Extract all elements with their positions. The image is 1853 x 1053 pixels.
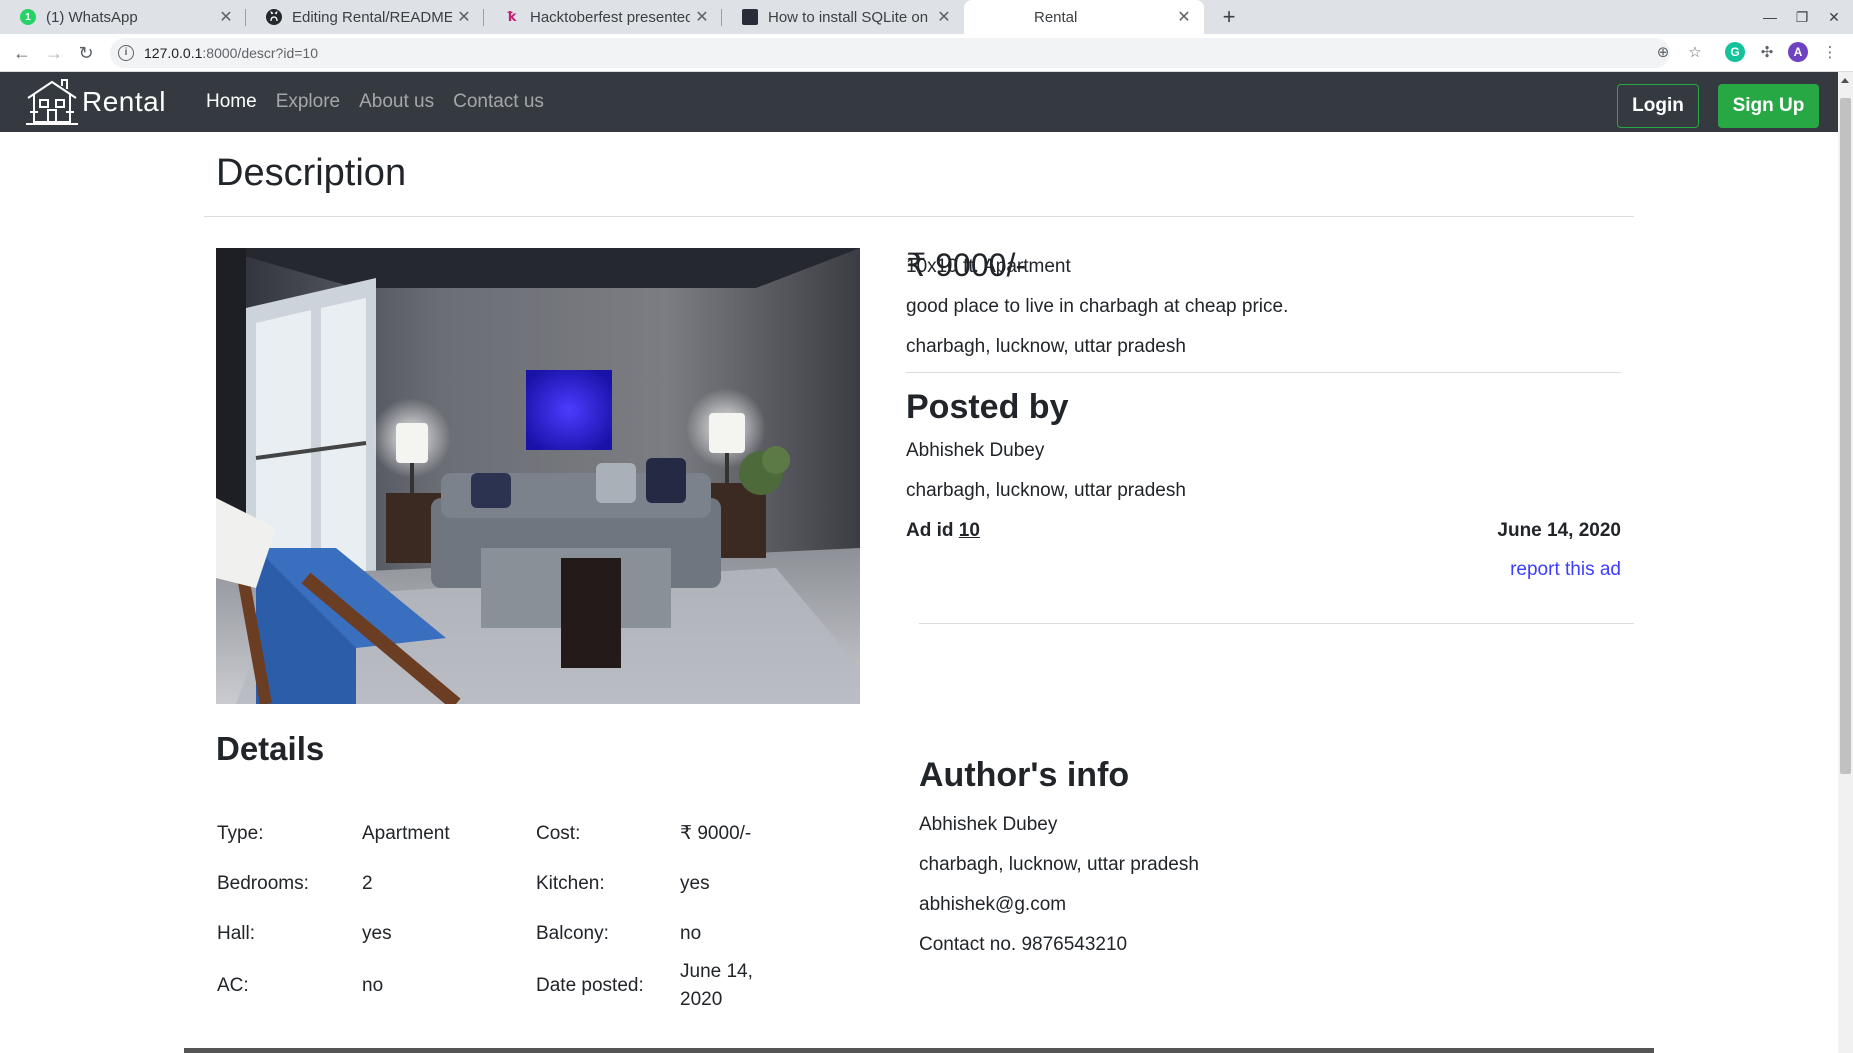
scrollbar-thumb[interactable] xyxy=(1840,98,1851,774)
tab-title: Editing Rental/README.m xyxy=(292,8,452,26)
ad-id-value: 10 xyxy=(958,520,980,541)
divider xyxy=(906,372,1621,373)
divider xyxy=(204,216,1634,217)
detail-value: ₹ 9000/- xyxy=(680,823,752,844)
detail-label: Date posted: xyxy=(536,975,644,996)
details-heading: Details xyxy=(216,730,325,767)
browser-tab-hacktoberfest[interactable]: ꝁ Hacktoberfest presented ✕ xyxy=(484,0,722,34)
posted-by-heading: Posted by xyxy=(906,388,1069,426)
browser-tab-github[interactable]: Editing Rental/README.m ✕ xyxy=(246,0,484,34)
page-scrollbar[interactable] xyxy=(1838,72,1853,1053)
nav-about[interactable]: About us xyxy=(359,91,434,113)
tab-title: Hacktoberfest presented xyxy=(530,8,690,26)
restore-icon[interactable]: ❐ xyxy=(1786,0,1818,34)
browser-toolbar: ← → ↻ i 127.0.0.1:8000/descr?id=10 ⊕ ☆ G… xyxy=(0,34,1853,72)
menu-dots-icon[interactable]: ⋮ xyxy=(1819,38,1841,68)
detail-value: no xyxy=(362,975,384,996)
house-logo-icon xyxy=(26,79,78,125)
reload-icon[interactable]: ↻ xyxy=(72,39,100,67)
author-contact: Contact no. 9876543210 xyxy=(919,934,1128,955)
poster-address: charbagh, lucknow, uttar pradesh xyxy=(906,480,1186,501)
nav-home[interactable]: Home xyxy=(206,91,257,113)
url-path: :8000/descr?id=10 xyxy=(202,45,318,61)
close-tab-icon[interactable]: ✕ xyxy=(690,7,714,27)
login-button[interactable]: Login xyxy=(1617,84,1699,128)
browser-tab-strip: 1 (1) WhatsApp ✕ Editing Rental/README.m… xyxy=(0,0,1853,34)
signup-button[interactable]: Sign Up xyxy=(1718,84,1819,128)
extensions-icon[interactable]: ✣ xyxy=(1756,38,1778,68)
detail-value: yes xyxy=(680,873,710,894)
new-tab-button[interactable]: + xyxy=(1214,2,1244,32)
detail-value: 2 xyxy=(362,873,373,894)
poster-name: Abhishek Dubey xyxy=(906,440,1045,461)
tab-title: How to install SQLite on U xyxy=(768,8,932,26)
detail-value: no xyxy=(680,923,702,944)
ad-id: Ad id 10 xyxy=(906,520,980,542)
back-icon[interactable]: ← xyxy=(8,39,36,67)
listing-address: charbagh, lucknow, uttar pradesh xyxy=(906,336,1186,357)
page-icon xyxy=(742,9,758,25)
detail-label: Cost: xyxy=(536,823,581,844)
nav-explore[interactable]: Explore xyxy=(276,91,340,113)
url-host: 127.0.0.1 xyxy=(144,45,203,61)
property-photo xyxy=(216,248,860,704)
brand[interactable]: Rental xyxy=(24,74,166,130)
site-navbar: Rental Home Explore About us Contact us … xyxy=(0,72,1838,132)
detail-value: yes xyxy=(362,923,392,944)
avatar[interactable]: A xyxy=(1788,42,1808,62)
author-email: abhishek@g.com xyxy=(919,894,1067,915)
browser-tab-rental[interactable]: Rental ✕ xyxy=(964,0,1204,34)
minimize-icon[interactable]: ― xyxy=(1754,0,1786,34)
tab-title: (1) WhatsApp xyxy=(46,8,138,26)
close-tab-icon[interactable]: ✕ xyxy=(214,7,238,27)
url-text: 127.0.0.1:8000/descr?id=10 xyxy=(144,45,318,61)
detail-value: June 14, 2020 xyxy=(680,961,753,1010)
detail-label: Balcony: xyxy=(536,923,609,944)
scroll-up-icon[interactable] xyxy=(1841,78,1849,83)
tab-title: Rental xyxy=(1034,8,1078,26)
ad-date: June 14, 2020 xyxy=(1497,520,1621,541)
ad-id-label: Ad id xyxy=(906,520,954,541)
detail-label: Kitchen: xyxy=(536,873,605,894)
browser-tab-sqlite[interactable]: How to install SQLite on U ✕ xyxy=(722,0,964,34)
brand-name: Rental xyxy=(82,86,166,117)
github-icon xyxy=(266,9,282,25)
detail-label: Bedrooms: xyxy=(217,873,309,894)
report-ad-link[interactable]: report this ad xyxy=(1400,559,1621,581)
close-tab-icon[interactable]: ✕ xyxy=(452,7,476,27)
author-heading: Author's info xyxy=(919,756,1130,794)
bookmark-star-icon[interactable]: ☆ xyxy=(1684,38,1706,68)
listing-size-type: 10x10 ft. Apartment xyxy=(906,256,1071,277)
close-tab-icon[interactable]: ✕ xyxy=(1172,7,1196,27)
detail-value: Apartment xyxy=(362,823,450,844)
website: Rental Home Explore About us Contact us … xyxy=(0,72,1838,1053)
whatsapp-icon: 1 xyxy=(20,9,36,25)
author-address: charbagh, lucknow, uttar pradesh xyxy=(919,854,1199,875)
listing-description: good place to live in charbagh at cheap … xyxy=(906,296,1289,317)
hacktoberfest-icon: ꝁ xyxy=(507,9,517,24)
main-nav: Home Explore About us Contact us xyxy=(206,72,563,132)
detail-label: Hall: xyxy=(217,923,256,944)
zoom-icon[interactable]: ⊕ xyxy=(1652,38,1674,68)
author-name: Abhishek Dubey xyxy=(919,814,1058,835)
footer-divider xyxy=(184,1048,1654,1053)
forward-icon[interactable]: → xyxy=(40,39,68,67)
close-window-icon[interactable]: ✕ xyxy=(1818,0,1850,34)
address-bar[interactable]: i 127.0.0.1:8000/descr?id=10 xyxy=(110,38,1670,68)
close-tab-icon[interactable]: ✕ xyxy=(932,7,956,27)
detail-label: AC: xyxy=(217,975,249,996)
grammarly-icon[interactable]: G xyxy=(1725,42,1745,62)
browser-tab-whatsapp[interactable]: 1 (1) WhatsApp ✕ xyxy=(0,0,246,34)
nav-contact[interactable]: Contact us xyxy=(453,91,544,113)
notification-badge: 1 xyxy=(25,11,31,23)
site-info-icon[interactable]: i xyxy=(118,45,134,61)
page-title: Description xyxy=(216,152,407,194)
divider xyxy=(919,623,1634,624)
detail-label: Type: xyxy=(217,823,264,844)
